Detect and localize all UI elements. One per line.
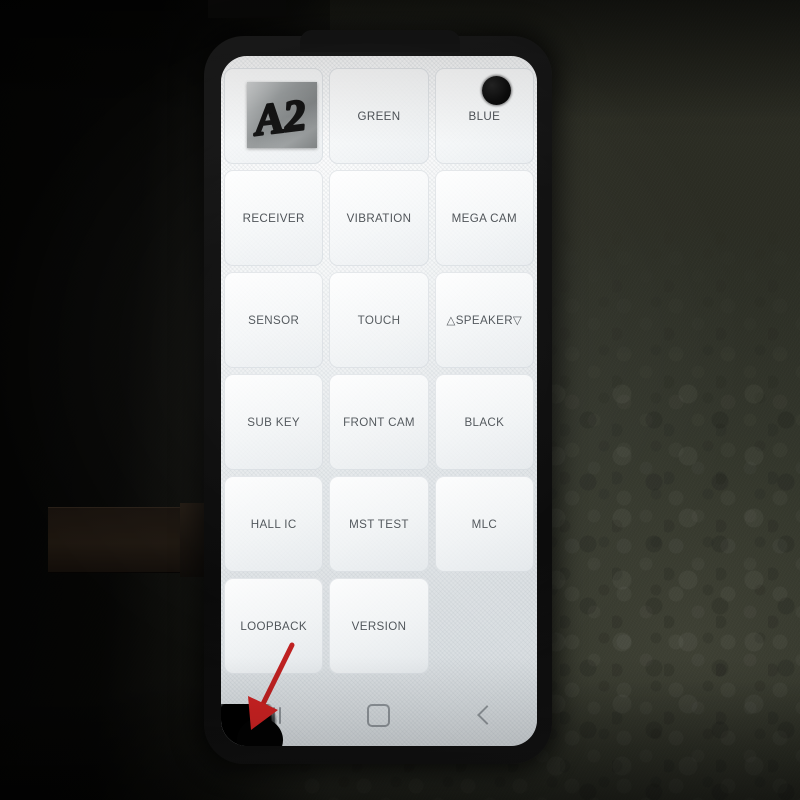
home-icon	[367, 703, 391, 727]
nav-home-button[interactable]	[351, 695, 407, 735]
phone-screen: GREEN BLUE RECEIVER VIBRATION MEGA CAM S…	[221, 56, 537, 746]
photo-scene: GREEN BLUE RECEIVER VIBRATION MEGA CAM S…	[0, 0, 800, 800]
svg-text:A2: A2	[249, 90, 309, 145]
grid-cell-empty	[435, 578, 534, 674]
grid-button-green[interactable]: GREEN	[329, 68, 429, 164]
grid-button-mlc[interactable]: MLC	[434, 476, 534, 572]
grid-button-loopback[interactable]: LOOPBACK	[224, 578, 324, 674]
nav-back-button[interactable]	[456, 695, 512, 735]
grid-button-label: BLACK	[464, 415, 505, 429]
grid-button-receiver[interactable]: RECEIVER	[224, 170, 324, 266]
grid-button-front-cam[interactable]: FRONT CAM	[329, 374, 429, 470]
grid-button-label: LOOPBACK	[240, 619, 307, 633]
grid-button-label: SENSOR	[248, 313, 300, 327]
phone-frame-top-edge	[300, 30, 460, 52]
diagnostic-button-grid: GREEN BLUE RECEIVER VIBRATION MEGA CAM S…	[221, 65, 537, 677]
front-camera-icon	[482, 76, 511, 105]
tape-label-sticker: A2	[247, 82, 317, 148]
grid-button-label: VIBRATION	[346, 211, 412, 225]
grid-button-hall-ic[interactable]: HALL IC	[224, 476, 324, 572]
grid-button-speaker[interactable]: △SPEAKER▽	[434, 272, 534, 368]
grid-button-label: VERSION	[351, 619, 407, 633]
background-dark-object	[208, 0, 286, 18]
grid-button-mega-cam[interactable]: MEGA CAM	[434, 170, 534, 266]
grid-button-sensor[interactable]: SENSOR	[224, 272, 324, 368]
grid-button-touch[interactable]: TOUCH	[329, 272, 429, 368]
back-icon	[476, 705, 497, 725]
grid-button-sub-key[interactable]: SUB KEY	[224, 374, 324, 470]
grid-button-label: MST TEST	[349, 517, 409, 531]
grid-button-version[interactable]: VERSION	[329, 578, 429, 674]
grid-button-label: FRONT CAM	[343, 415, 415, 429]
grid-button-black[interactable]: BLACK	[434, 374, 534, 470]
grid-button-mst-test[interactable]: MST TEST	[329, 476, 429, 572]
grid-button-label: MEGA CAM	[451, 211, 517, 225]
smartphone-body: GREEN BLUE RECEIVER VIBRATION MEGA CAM S…	[204, 30, 552, 764]
grid-button-label: HALL IC	[250, 517, 297, 531]
grid-button-label: MLC	[471, 517, 498, 531]
grid-button-label: BLUE	[468, 109, 501, 123]
grid-button-label: GREEN	[357, 109, 401, 123]
grid-button-label: RECEIVER	[242, 211, 305, 225]
grid-button-label: △SPEAKER▽	[446, 314, 523, 327]
grid-button-label: TOUCH	[357, 313, 401, 327]
grid-button-label: SUB KEY	[247, 415, 301, 429]
handwritten-marker-text: A2	[248, 89, 310, 147]
grid-button-vibration[interactable]: VIBRATION	[329, 170, 429, 266]
